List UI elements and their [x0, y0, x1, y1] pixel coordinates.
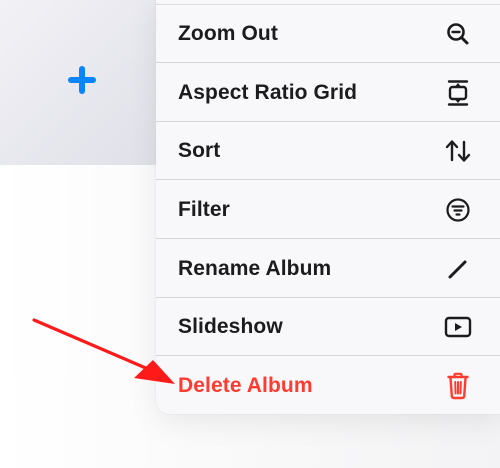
add-button[interactable] [64, 64, 100, 100]
filter-icon [444, 196, 472, 224]
menu-item-delete-album[interactable]: Delete Album [156, 357, 500, 414]
menu-item-filter[interactable]: Filter [156, 181, 500, 239]
aspect-ratio-icon [444, 79, 472, 107]
menu-item-slideshow[interactable]: Slideshow [156, 298, 500, 356]
menu-item-label: Zoom Out [178, 21, 278, 45]
menu-item-zoom-out[interactable]: Zoom Out [156, 5, 500, 63]
pencil-icon [444, 255, 472, 283]
menu-item-label: Filter [178, 197, 230, 221]
menu-item-label: Rename Album [178, 256, 332, 280]
menu-item-label: Slideshow [178, 314, 283, 338]
menu-item-aspect-ratio-grid[interactable]: Aspect Ratio Grid [156, 64, 500, 122]
trash-icon [444, 372, 472, 400]
menu-item-label: Sort [178, 138, 221, 162]
menu-item-sort[interactable]: Sort [156, 122, 500, 180]
play-rectangle-icon [444, 313, 472, 341]
menu-item-label: Aspect Ratio Grid [178, 80, 358, 104]
plus-icon [65, 63, 99, 102]
menu-item-rename-album[interactable]: Rename Album [156, 240, 500, 298]
menu-item-label: Delete Album [178, 374, 313, 397]
context-menu: Zoom Out Aspect Ratio Grid Sort Filter R… [156, 0, 500, 414]
sort-arrows-icon [444, 137, 472, 165]
zoom-out-icon [444, 20, 472, 48]
